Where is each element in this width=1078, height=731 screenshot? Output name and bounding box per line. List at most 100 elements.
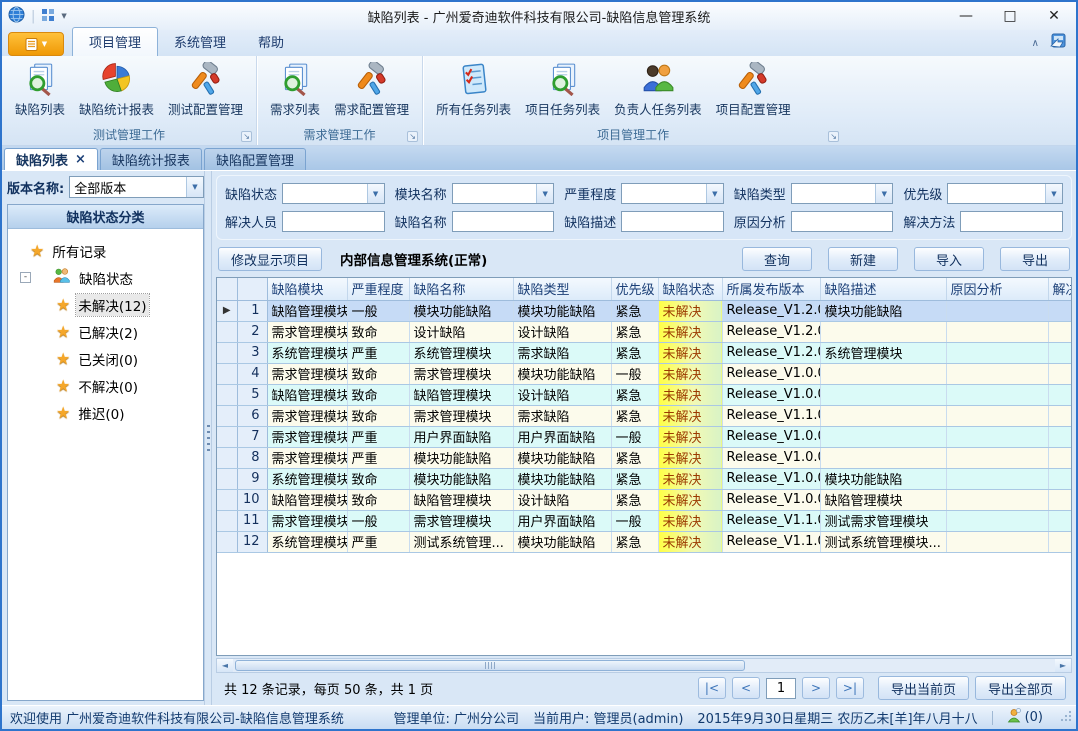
cell-module[interactable]: 需求管理模块 — [267, 510, 347, 531]
cell-severity[interactable]: 严重 — [347, 426, 409, 447]
cell-method[interactable] — [1048, 510, 1072, 531]
cell-desc[interactable]: 缺陷管理模块 — [820, 489, 946, 510]
cell-status[interactable]: 未解决 — [658, 342, 722, 363]
table-row[interactable]: 6 需求管理模块 致命 需求管理模块 需求缺陷 紧急 未解决 Release_V… — [217, 405, 1072, 426]
close-button[interactable]: ✕ — [1032, 3, 1076, 29]
defect-type-filter[interactable]: ▼ — [791, 183, 894, 204]
cell-severity[interactable]: 严重 — [347, 342, 409, 363]
quick-access-dropdown-icon[interactable]: ▼ — [61, 12, 66, 20]
cell-module[interactable]: 缺陷管理模块 — [267, 300, 347, 321]
defect-name-filter[interactable] — [452, 211, 555, 232]
cell-version[interactable]: Release_V1.0.0 — [722, 363, 820, 384]
cell-cause[interactable] — [946, 447, 1048, 468]
owner-tasks-button[interactable]: 负责人任务列表 — [607, 60, 709, 120]
cell-desc[interactable] — [820, 426, 946, 447]
cell-name[interactable]: 缺陷管理模块 — [409, 384, 513, 405]
requirement-config-button[interactable]: 需求配置管理 — [327, 60, 416, 120]
cell-module[interactable]: 缺陷管理模块 — [267, 384, 347, 405]
cell-cause[interactable] — [946, 300, 1048, 321]
cell-method[interactable] — [1048, 447, 1072, 468]
cell-version[interactable]: Release_V1.2.0 — [722, 342, 820, 363]
cell-status[interactable]: 未解决 — [658, 363, 722, 384]
column-header[interactable]: 缺陷类型 — [513, 278, 611, 300]
table-row[interactable]: 3 系统管理模块 严重 系统管理模块 需求缺陷 紧急 未解决 Release_V… — [217, 342, 1072, 363]
last-page-button[interactable]: >| — [836, 677, 864, 699]
cell-priority[interactable]: 紧急 — [611, 384, 658, 405]
table-row[interactable]: 11 需求管理模块 一般 需求管理模块 用户界面缺陷 一般 未解决 Releas… — [217, 510, 1072, 531]
doc-tab-defect-config[interactable]: 缺陷配置管理 — [204, 148, 306, 170]
solution-filter[interactable] — [960, 211, 1063, 232]
defect-status-filter[interactable]: ▼ — [282, 183, 385, 204]
export-all-pages-button[interactable]: 导出全部页 — [975, 676, 1066, 700]
chevron-down-icon[interactable]: ▼ — [186, 177, 203, 197]
cause-analysis-filter[interactable] — [791, 211, 894, 232]
cell-priority[interactable]: 紧急 — [611, 300, 658, 321]
cell-method[interactable] — [1048, 363, 1072, 384]
tree-item-all-records[interactable]: ★ 所有记录 — [14, 237, 199, 264]
column-header[interactable]: 缺陷描述 — [820, 278, 946, 300]
tree-item-wontfix[interactable]: ★ 不解决(0) — [14, 372, 199, 399]
cell-status[interactable]: 未解决 — [658, 384, 722, 405]
cell-module[interactable]: 需求管理模块 — [267, 426, 347, 447]
cell-desc[interactable]: 测试系统管理模块... — [820, 531, 946, 552]
column-header[interactable]: 缺陷名称 — [409, 278, 513, 300]
cell-priority[interactable]: 一般 — [611, 363, 658, 384]
table-row[interactable]: 10 缺陷管理模块 致命 缺陷管理模块 设计缺陷 紧急 未解决 Release_… — [217, 489, 1072, 510]
cell-type[interactable]: 模块功能缺陷 — [513, 447, 611, 468]
cell-status[interactable]: 未解决 — [658, 405, 722, 426]
scrollbar-track[interactable] — [233, 659, 1055, 672]
cell-method[interactable] — [1048, 531, 1072, 552]
resize-grip[interactable] — [1059, 709, 1072, 726]
cell-desc[interactable] — [820, 384, 946, 405]
ribbon-tab-system[interactable]: 系统管理 — [158, 28, 242, 56]
cell-severity[interactable]: 严重 — [347, 447, 409, 468]
cell-desc[interactable] — [820, 405, 946, 426]
cell-status[interactable]: 未解决 — [658, 321, 722, 342]
column-header[interactable]: 原因分析 — [946, 278, 1048, 300]
chevron-down-icon[interactable]: ▼ — [367, 184, 384, 203]
cell-type[interactable]: 模块功能缺陷 — [513, 468, 611, 489]
cell-method[interactable] — [1048, 426, 1072, 447]
cell-cause[interactable] — [946, 468, 1048, 489]
cell-priority[interactable]: 紧急 — [611, 447, 658, 468]
cell-name[interactable]: 测试系统管理... — [409, 531, 513, 552]
collapse-ribbon-icon[interactable]: ∧ — [1032, 38, 1039, 49]
cell-severity[interactable]: 致命 — [347, 363, 409, 384]
chevron-down-icon[interactable]: ▼ — [536, 184, 553, 203]
priority-filter[interactable]: ▼ — [947, 183, 1063, 204]
cell-desc[interactable] — [820, 447, 946, 468]
cell-module[interactable]: 需求管理模块 — [267, 321, 347, 342]
tree-item-resolved[interactable]: ★ 已解决(2) — [14, 318, 199, 345]
cell-priority[interactable]: 紧急 — [611, 468, 658, 489]
cell-status[interactable]: 未解决 — [658, 531, 722, 552]
cell-cause[interactable] — [946, 321, 1048, 342]
tree-item-defect-status[interactable]: - 缺陷状态 — [14, 264, 199, 291]
scroll-right-icon[interactable]: ► — [1055, 659, 1071, 672]
cell-priority[interactable]: 紧急 — [611, 531, 658, 552]
table-row[interactable]: ▶ 1 缺陷管理模块 一般 模块功能缺陷 模块功能缺陷 紧急 未解决 Relea… — [217, 300, 1072, 321]
cell-desc[interactable]: 测试需求管理模块 — [820, 510, 946, 531]
export-current-page-button[interactable]: 导出当前页 — [878, 676, 969, 700]
defect-report-button[interactable]: 缺陷统计报表 — [72, 60, 161, 120]
cell-severity[interactable]: 致命 — [347, 489, 409, 510]
cell-desc[interactable] — [820, 321, 946, 342]
cell-version[interactable]: Release_V1.0.0 — [722, 489, 820, 510]
cell-status[interactable]: 未解决 — [658, 300, 722, 321]
cell-version[interactable]: Release_V1.0.0 — [722, 426, 820, 447]
maximize-button[interactable]: □ — [988, 3, 1032, 29]
ribbon-tab-project[interactable]: 项目管理 — [72, 27, 158, 56]
cell-priority[interactable]: 紧急 — [611, 405, 658, 426]
cell-name[interactable]: 模块功能缺陷 — [409, 468, 513, 489]
requirement-list-button[interactable]: 需求列表 — [263, 60, 327, 120]
cell-status[interactable]: 未解决 — [658, 468, 722, 489]
dialog-launcher-icon[interactable]: ↘ — [407, 131, 418, 142]
column-header[interactable]: 优先级 — [611, 278, 658, 300]
column-header[interactable]: 解决方法 — [1048, 278, 1072, 300]
cell-method[interactable] — [1048, 321, 1072, 342]
cell-cause[interactable] — [946, 342, 1048, 363]
cell-status[interactable]: 未解决 — [658, 447, 722, 468]
column-header[interactable]: 所属发布版本 — [722, 278, 820, 300]
cell-name[interactable]: 需求管理模块 — [409, 510, 513, 531]
table-row[interactable]: 4 需求管理模块 致命 需求管理模块 模块功能缺陷 一般 未解决 Release… — [217, 363, 1072, 384]
defect-list-button[interactable]: 缺陷列表 — [8, 60, 72, 120]
